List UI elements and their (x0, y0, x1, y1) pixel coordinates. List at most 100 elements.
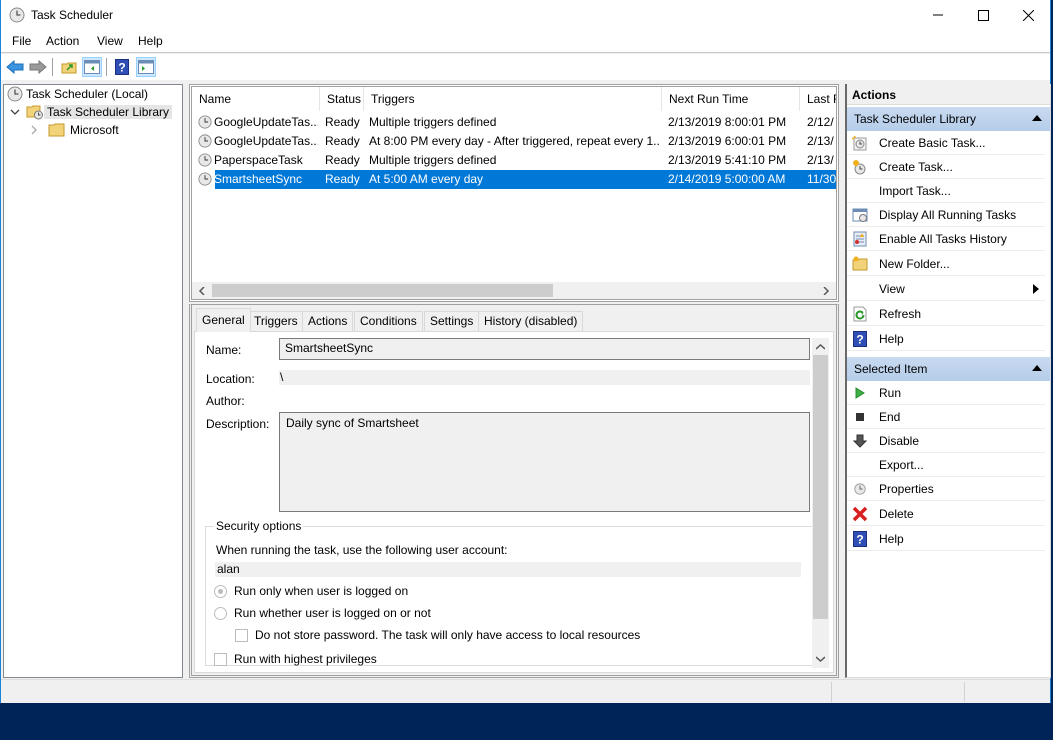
column-header-next-run-time[interactable]: Next Run Time (662, 87, 800, 111)
menu-view[interactable]: View (97, 34, 123, 48)
cell-status: Ready (325, 115, 360, 129)
column-header-last-run[interactable]: Last R (800, 87, 836, 111)
run-logged-on-label: Run only when user is logged on (234, 584, 409, 598)
action-label: End (879, 410, 901, 424)
tab-general[interactable]: General (196, 308, 251, 332)
cell-next-run: 2/13/2019 8:00:01 PM (668, 115, 787, 129)
location-value: \ (279, 370, 810, 385)
action-refresh[interactable]: Refresh (847, 302, 1045, 326)
minimize-button[interactable] (915, 0, 961, 30)
action-label: Help (879, 532, 904, 546)
column-header-triggers[interactable]: Triggers (364, 87, 662, 111)
action-help[interactable]: ? Help (847, 527, 1045, 551)
action-label: Enable All Tasks History (879, 232, 1007, 246)
scroll-up-icon[interactable] (816, 344, 825, 350)
tree-item-task-scheduler-local[interactable]: Task Scheduler (Local) (7, 85, 151, 103)
tree-item-microsoft[interactable]: Microsoft (28, 121, 122, 139)
action-disable[interactable]: Disable (847, 429, 1045, 453)
run-logged-on-radio[interactable] (214, 585, 227, 598)
up-folder-icon (61, 62, 77, 74)
tab-conditions[interactable]: Conditions (354, 311, 423, 331)
action-label: Refresh (879, 307, 922, 321)
close-icon (1022, 9, 1034, 21)
highest-privileges-checkbox[interactable] (214, 653, 227, 666)
scrollbar-thumb[interactable] (813, 355, 828, 619)
chevron-down-icon[interactable] (9, 106, 21, 118)
author-label: Author: (206, 394, 245, 408)
action-label: Import Task... (879, 184, 951, 198)
action-properties[interactable]: Properties (847, 477, 1045, 501)
group-header-task-scheduler-library[interactable]: Task Scheduler Library (847, 107, 1050, 131)
scrollbar-thumb[interactable] (212, 284, 553, 297)
column-header-name[interactable]: Name (192, 87, 320, 111)
task-row[interactable]: SmartsheetSync Ready At 5:00 AM every day 2… (192, 170, 836, 189)
cell-last-run: 2/13/ (807, 134, 834, 148)
back-button[interactable] (5, 57, 25, 77)
action-create-task[interactable]: Create Task... (847, 155, 1045, 179)
action-new-folder[interactable]: New Folder... (847, 252, 1045, 276)
tree-label: Task Scheduler (Local) (26, 87, 149, 101)
action-view[interactable]: View (847, 277, 1045, 301)
cell-next-run: 2/14/2019 5:00:00 AM (668, 172, 786, 186)
up-folder-button[interactable] (59, 57, 79, 77)
new-folder-icon (852, 256, 868, 272)
task-scheduler-window: Task Scheduler File Action View Help ? T… (0, 0, 1051, 703)
menu-file[interactable]: File (12, 34, 31, 48)
column-header-status[interactable]: Status (320, 87, 364, 111)
forward-button[interactable] (28, 57, 48, 77)
action-create-basic-task[interactable]: Create Basic Task... (847, 131, 1045, 155)
help-button[interactable]: ? (112, 57, 132, 77)
action-pane-icon (138, 60, 154, 74)
task-row[interactable]: GoogleUpdateTas... Ready At 8:00 PM every … (192, 132, 836, 151)
action-import-task[interactable]: Import Task... (847, 179, 1045, 203)
vertical-scrollbar[interactable] (812, 338, 829, 668)
action-label: Create Basic Task... (879, 136, 986, 150)
run-whether-label: Run whether user is logged on or not (234, 606, 431, 620)
clock-icon (9, 7, 25, 23)
description-field[interactable]: Daily sync of Smartsheet (279, 412, 810, 512)
tab-settings[interactable]: Settings (424, 311, 480, 331)
menu-action[interactable]: Action (46, 34, 79, 48)
tab-actions[interactable]: Actions (302, 311, 354, 331)
cell-last-run: 11/30 (807, 172, 837, 186)
maximize-button[interactable] (960, 0, 1006, 30)
scroll-left-icon[interactable] (198, 287, 206, 295)
action-display-all-running-tasks[interactable]: Display All Running Tasks (847, 203, 1045, 227)
collapse-icon[interactable] (1032, 115, 1042, 121)
action-end[interactable]: End (847, 405, 1045, 429)
cell-triggers: At 8:00 PM every day - After triggered, … (369, 134, 659, 148)
menu-help[interactable]: Help (138, 34, 163, 48)
action-export[interactable]: Export... (847, 453, 1045, 477)
horizontal-scrollbar[interactable] (192, 282, 836, 299)
show-hide-action-pane-button[interactable] (136, 57, 156, 77)
action-delete[interactable]: Delete (847, 502, 1045, 526)
clock-icon (852, 481, 868, 497)
scroll-down-icon[interactable] (816, 656, 825, 662)
action-help[interactable]: ? Help (847, 327, 1045, 351)
security-options-group: Security options When running the task, … (205, 519, 813, 666)
tab-history[interactable]: History (disabled) (478, 311, 584, 331)
toolbar-separator (106, 58, 107, 76)
group-header-selected-item[interactable]: Selected Item (847, 357, 1050, 381)
tab-triggers[interactable]: Triggers (248, 311, 304, 331)
clock-icon (7, 86, 23, 102)
action-enable-all-tasks-history[interactable]: Enable All Tasks History (847, 227, 1045, 251)
name-field[interactable]: SmartsheetSync (279, 338, 810, 360)
task-row[interactable]: PaperspaceTask Ready Multiple triggers def… (192, 151, 836, 170)
cell-status: Ready (325, 172, 360, 186)
user-account-value: alan (215, 562, 801, 577)
action-run[interactable]: Run (847, 381, 1045, 405)
collapse-icon[interactable] (1032, 365, 1042, 371)
refresh-icon (852, 306, 868, 322)
svg-text:?: ? (856, 533, 863, 547)
group-title: Selected Item (854, 362, 928, 376)
scroll-right-icon[interactable] (822, 287, 830, 295)
run-whether-radio[interactable] (214, 607, 227, 620)
task-row[interactable]: GoogleUpdateTas... Ready Multiple triggers… (192, 113, 836, 132)
close-button[interactable] (1005, 0, 1051, 30)
show-hide-console-tree-button[interactable] (82, 57, 102, 77)
no-store-password-checkbox[interactable] (235, 629, 248, 642)
chevron-right-icon[interactable] (28, 124, 40, 136)
cell-name: GoogleUpdateTas... (214, 115, 318, 129)
tree-item-task-scheduler-library[interactable]: Task Scheduler Library (9, 103, 173, 121)
